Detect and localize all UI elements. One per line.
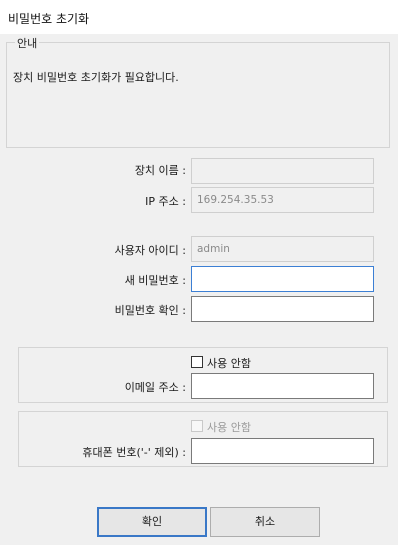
- window-title: 비밀번호 초기화: [8, 12, 90, 26]
- notice-legend: 안내: [15, 35, 40, 51]
- device-name-label: 장치 이름 :: [134, 164, 186, 177]
- user-id-field: admin: [191, 236, 374, 262]
- confirm-password-field[interactable]: [191, 296, 374, 322]
- email-disable-label[interactable]: 사용 안함: [207, 355, 251, 371]
- device-name-field: [191, 158, 374, 184]
- phone-disable-checkbox: [191, 420, 203, 432]
- notice-group: 안내 장치 비밀번호 초기화가 필요합니다.: [6, 35, 390, 148]
- phone-disable-label: 사용 안함: [207, 421, 251, 434]
- new-password-label: 새 비밀번호 :: [124, 274, 186, 287]
- email-disable-checkbox[interactable]: [191, 356, 203, 368]
- ip-address-label: IP 주소 :: [145, 195, 186, 208]
- phone-field[interactable]: [191, 438, 374, 464]
- new-password-field[interactable]: [191, 266, 374, 292]
- ip-address-field: 169.254.35.53: [191, 187, 374, 213]
- confirm-password-label: 비밀번호 확인 :: [114, 304, 186, 317]
- ok-button[interactable]: 확인: [97, 507, 207, 537]
- phone-label: 휴대폰 번호('-' 제외) :: [82, 446, 186, 459]
- notice-message: 장치 비밀번호 초기화가 필요합니다.: [13, 71, 179, 84]
- password-reset-dialog: 비밀번호 초기화 안내 장치 비밀번호 초기화가 필요합니다. 장치 이름 : …: [0, 0, 398, 545]
- title-bar: 비밀번호 초기화: [0, 0, 398, 34]
- email-label: 이메일 주소 :: [124, 381, 186, 394]
- cancel-button[interactable]: 취소: [210, 507, 320, 537]
- user-id-label: 사용자 아이디 :: [114, 244, 186, 257]
- email-field[interactable]: [191, 373, 374, 399]
